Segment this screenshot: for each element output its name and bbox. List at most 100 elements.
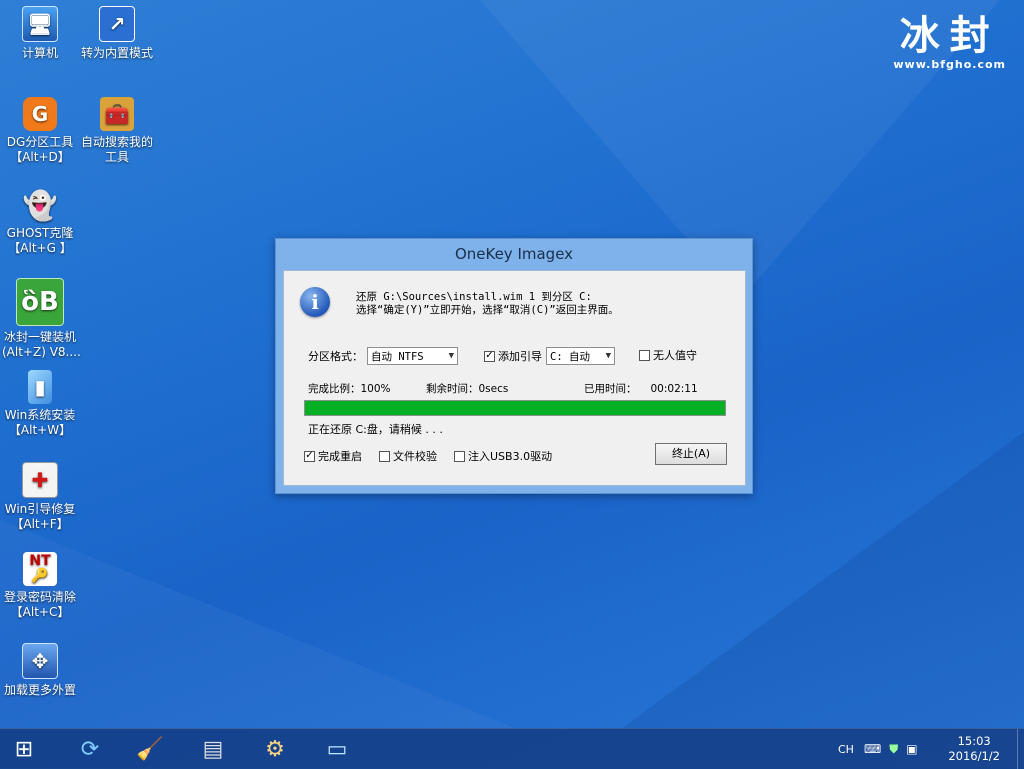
- desktop-icon-boot-repair[interactable]: ✚ Win引导修复 【Alt+F】: [2, 462, 78, 532]
- desktop-icon-label: 冰封一键装机: [3, 330, 76, 344]
- reboot-checkbox[interactable]: ✓: [304, 450, 315, 462]
- boot-target-select[interactable]: C: 自动 ▼: [546, 347, 615, 365]
- clock[interactable]: 15:03 2016/1/2: [948, 734, 1000, 764]
- start-icon: ⊞: [14, 736, 34, 762]
- add-boot-row: ✓ 添加引导 C: 自动 ▼: [484, 347, 615, 365]
- desktop-icon-label: DG分区工具: [6, 135, 74, 149]
- show-desktop-button[interactable]: [1017, 729, 1024, 769]
- desktop-icon-switch-builtin[interactable]: ↗ 转为内置模式: [79, 6, 155, 61]
- display-icon[interactable]: ▣: [906, 742, 917, 756]
- dialog-title: OneKey Imagex: [454, 245, 574, 263]
- refresh-icon: ⟳: [80, 736, 100, 762]
- partition-format-label: 分区格式：: [308, 350, 363, 363]
- diskgenius-icon: G: [23, 97, 57, 131]
- chevron-down-icon: ▼: [605, 351, 611, 361]
- start-button[interactable]: ⊞: [4, 733, 44, 765]
- dialog-message: 还原 G:\Sources\install.wim 1 到分区 C: 选择“确定…: [356, 291, 619, 317]
- usb3-row: 注入USB3.0驱动: [454, 448, 552, 464]
- desktop-icon-onekey-install[interactable]: ὃB 冰封一键装机 (Alt+Z) V8....: [2, 278, 81, 360]
- load-more-icon: ✥: [22, 643, 58, 679]
- desktop-icon-label: 加载更多外置: [3, 683, 76, 697]
- elapsed-label: 已用时间：: [584, 383, 637, 395]
- chevron-down-icon: ▼: [448, 351, 454, 361]
- message-line-1: 还原 G:\Sources\install.wim 1 到分区 C:: [356, 291, 592, 303]
- desktop-icon-label: 工具: [104, 150, 129, 164]
- desktop-icon-diskgenius[interactable]: G DG分区工具 【Alt+D】: [2, 97, 78, 165]
- input-language[interactable]: CH: [838, 743, 854, 756]
- reboot-row: ✓ 完成重启: [304, 448, 362, 464]
- cleanup-brush-icon: 🧹: [136, 736, 164, 762]
- desktop-icon-label: 【Alt+F】: [11, 517, 69, 531]
- brand-title: 冰封: [899, 12, 1000, 59]
- desktop-icon-computer[interactable]: 🖥 计算机: [2, 6, 78, 61]
- taskbar-item-refresh[interactable]: ⟳: [70, 733, 110, 765]
- clock-date: 2016/1/2: [948, 749, 1000, 763]
- desktop-icon-password-clear[interactable]: NT🔑 登录密码清除 【Alt+C】: [2, 552, 78, 620]
- status-row: 正在还原 C:盘，请稍候 . . .: [308, 421, 443, 437]
- monitor-icon: 🖥: [22, 6, 58, 42]
- desktop-icon-label: (Alt+Z) V8....: [2, 345, 81, 359]
- desktop-icon-label: 计算机: [21, 46, 58, 60]
- abort-button[interactable]: 终止(A): [655, 443, 727, 465]
- repair-kit-icon: ✚: [22, 462, 58, 498]
- brand-logo: 冰封 www.bfgho.com: [893, 12, 1006, 72]
- add-boot-label: 添加引导: [498, 350, 542, 363]
- usb3-label: 注入USB3.0驱动: [468, 450, 553, 463]
- format-row: 分区格式： 自动 NTFS ▼: [308, 347, 458, 365]
- memory-chip-icon: ▤: [202, 736, 224, 762]
- taskbar-item-memory[interactable]: ▤: [193, 733, 233, 765]
- progress-bar: [304, 400, 726, 416]
- usb3-checkbox[interactable]: [454, 450, 465, 462]
- desktop-icon-ghost[interactable]: 👻 GHOST克隆 【Alt+G 】: [2, 188, 78, 256]
- elapsed-time-value: 00:02:11: [650, 382, 698, 395]
- message-line-2: 选择“确定(Y)”立即开始，选择“取消(C)”返回主界面。: [356, 304, 619, 316]
- key-icon: NT🔑: [23, 552, 57, 586]
- clock-time: 15:03: [957, 734, 991, 748]
- add-boot-checkbox[interactable]: ✓: [484, 350, 495, 362]
- desktop-icon-win-setup[interactable]: ▮ Win系统安装 【Alt+W】: [2, 370, 78, 438]
- partition-format-value: 自动 NTFS: [371, 350, 424, 363]
- desktop-icon-load-more[interactable]: ✥ 加载更多外置: [2, 643, 78, 698]
- remaining-row: 剩余时间：0secs: [426, 381, 508, 396]
- desktop-icon-label: Win引导修复: [4, 502, 76, 516]
- boot-target-value: C: 自动: [550, 350, 590, 363]
- verify-row: 文件校验: [379, 448, 437, 464]
- onekey-imagex-dialog: OneKey Imagex i 还原 G:\Sources\install.wi…: [275, 238, 753, 494]
- shortcut-icon: ↗: [99, 6, 135, 42]
- ghost-icon: 👻: [22, 188, 58, 222]
- dialog-body: i 还原 G:\Sources\install.wim 1 到分区 C: 选择“…: [283, 270, 746, 486]
- desktop-icon-label: 【Alt+D】: [10, 150, 70, 164]
- desktop-icon-label: GHOST克隆: [6, 226, 74, 240]
- desktop-icon-label: 【Alt+G 】: [8, 241, 72, 255]
- unattended-label: 无人值守: [653, 349, 697, 362]
- network-shield-icon[interactable]: ⛊: [889, 742, 898, 757]
- taskbar-item-settings[interactable]: ⚙: [255, 733, 295, 765]
- windows-setup-icon: ▮: [28, 370, 52, 404]
- reboot-label: 完成重启: [318, 450, 362, 463]
- brand-url: www.bfgho.com: [893, 58, 1006, 71]
- desktop-icon-auto-search[interactable]: 🧰 自动搜索我的 工具: [79, 97, 155, 165]
- verify-checkbox[interactable]: [379, 450, 390, 462]
- desktop-icon-label: 转为内置模式: [80, 46, 153, 60]
- taskbar-item-cleanup[interactable]: 🧹: [130, 733, 170, 765]
- desktop-icon-label: 【Alt+C】: [10, 605, 70, 619]
- taskbar: ⊞ ⟳ 🧹 ▤ ⚙ ▭ CH ⌨ ⛊ ▣ 15:03 2016/1/2: [0, 728, 1024, 769]
- keyboard-icon[interactable]: ⌨: [864, 742, 881, 756]
- desktop-icon-label: 自动搜索我的: [80, 135, 153, 149]
- progress-bar-fill: [305, 401, 725, 415]
- unattended-row: 无人值守: [639, 347, 697, 363]
- toolbox-icon: 🧰: [100, 97, 134, 131]
- desktop-icon-label: 【Alt+W】: [8, 423, 72, 437]
- ghost-green-icon: ὃB: [16, 278, 64, 326]
- info-icon: i: [300, 287, 330, 317]
- settings-gear-icon: ⚙: [265, 736, 285, 762]
- partition-format-select[interactable]: 自动 NTFS ▼: [367, 347, 458, 365]
- desktop-icon-label: Win系统安装: [4, 408, 76, 422]
- notepad-icon: ▭: [326, 736, 348, 762]
- taskbar-item-notepad[interactable]: ▭: [317, 733, 357, 765]
- remaining-time-text: 剩余时间：0secs: [426, 383, 509, 395]
- progress-percent-text: 完成比例：100%: [308, 383, 391, 395]
- desktop-icon-label: 登录密码清除: [3, 590, 76, 604]
- unattended-checkbox[interactable]: [639, 349, 650, 361]
- status-text: 正在还原 C:盘，请稍候 . . .: [308, 423, 443, 436]
